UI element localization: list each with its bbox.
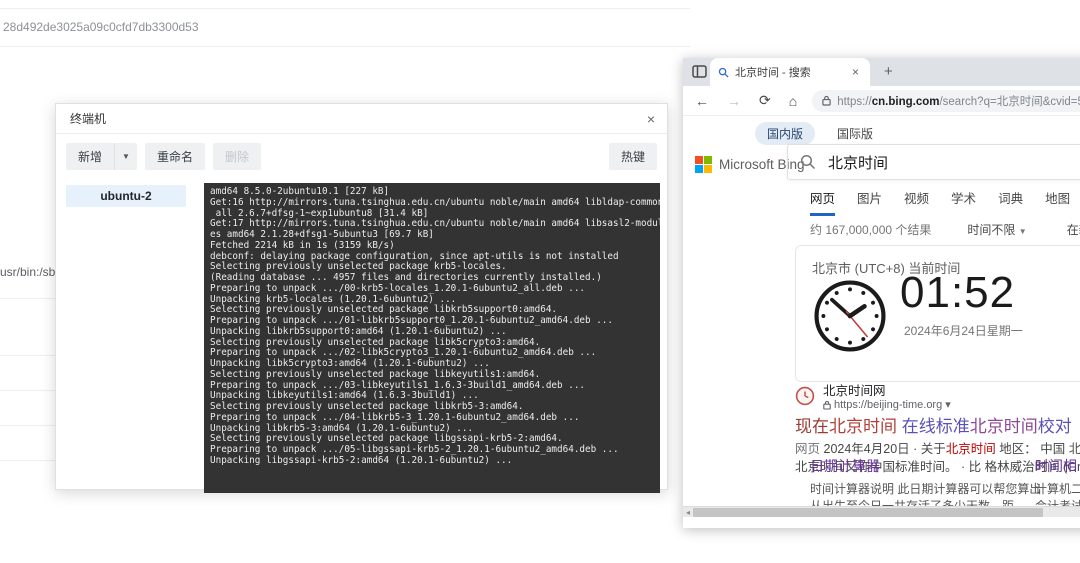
- sublink-title-link[interactable]: 日期计算器: [810, 456, 1035, 476]
- background-divider: [0, 46, 690, 47]
- back-icon[interactable]: ←: [691, 93, 718, 109]
- chevron-down-icon: ▾: [945, 399, 951, 411]
- sublink-title-link[interactable]: 时间相: [1035, 456, 1080, 476]
- background-hash-text: 28d492de3025a09c0cfd7db3300d53: [3, 20, 199, 34]
- bing-search-input[interactable]: 北京时间: [787, 144, 1080, 180]
- results-stats-row: 约 167,000,000 个结果 时间不限 ▼ 在新选项卡中打: [810, 221, 1080, 238]
- forward-icon: →: [727, 92, 741, 109]
- terminal-screen[interactable]: amd64 8.5.0-2ubuntu10.1 [227 kB] Get:16 …: [204, 183, 660, 493]
- scroll-left-icon[interactable]: ◂: [683, 508, 693, 517]
- background-divider: [0, 460, 55, 461]
- result-title-link[interactable]: 现在北京时间 在线标准北京时间校对: [795, 416, 1080, 437]
- result-site-url[interactable]: https://beijing-time.org ▾: [823, 398, 951, 411]
- background-divider: [0, 425, 55, 426]
- browser-tabstrip: 北京时间 - 搜索 × +: [683, 58, 1080, 86]
- chevron-down-icon: ▼: [1018, 227, 1027, 236]
- session-list: ubuntu-2: [66, 183, 204, 493]
- desktop: 28d492de3025a09c0cfd7db3300d53 usr/bin:/…: [0, 0, 1080, 563]
- rename-button[interactable]: 重命名: [144, 143, 205, 170]
- horizontal-scrollbar[interactable]: ◂: [683, 506, 1080, 517]
- url-text: https://cn.bing.com/search?q=北京时间&cvid=5…: [837, 95, 1080, 108]
- background-divider: [0, 355, 55, 356]
- search-query-text: 北京时间: [828, 154, 889, 172]
- tab-videos[interactable]: 视频: [904, 188, 929, 216]
- bing-page: 国内版 国际版 Microsoft Bing 北京时间 网页 图片 视频 学术 …: [683, 116, 1080, 517]
- terminal-output: amd64 8.5.0-2ubuntu10.1 [227 kB] Get:16 …: [210, 186, 660, 466]
- microsoft-logo-icon: [695, 156, 712, 173]
- lock-icon: [822, 95, 831, 106]
- bing-edition-switch: 国内版 国际版: [755, 122, 873, 145]
- new-session-split-button: 新增 ▼: [66, 143, 137, 170]
- lock-icon: [823, 400, 831, 410]
- tab-images[interactable]: 图片: [857, 188, 882, 216]
- search-icon: [800, 154, 816, 170]
- browser-window: 北京时间 - 搜索 × + ← → ⟳ ⌂ https://cn.bing.co…: [683, 58, 1080, 528]
- terminal-dialog-title: 终端机: [70, 112, 107, 126]
- refresh-icon[interactable]: ⟳: [750, 92, 780, 109]
- edition-domestic-pill[interactable]: 国内版: [755, 122, 816, 145]
- tab-dictionary[interactable]: 词典: [998, 188, 1023, 216]
- scrollbar-thumb[interactable]: [693, 507, 1044, 517]
- terminal-dialog-header: 终端机 ×: [56, 104, 667, 134]
- browser-tab-active[interactable]: 北京时间 - 搜索 ×: [710, 58, 870, 86]
- session-item-ubuntu-2[interactable]: ubuntu-2: [66, 185, 186, 207]
- tab-close-icon[interactable]: ×: [849, 65, 862, 79]
- browser-toolbar: ← → ⟳ ⌂ https://cn.bing.com/search?q=北京时…: [683, 86, 1080, 116]
- tab-actions-icon[interactable]: [692, 65, 707, 83]
- beijing-time-card: 北京市 (UTC+8) 当前时间 01:52 2024年6月24日星期一: [795, 245, 1080, 382]
- edition-international-link[interactable]: 国际版: [837, 125, 873, 142]
- background-divider: [0, 390, 55, 391]
- site-favicon-icon: [795, 386, 815, 406]
- new-session-dropdown-icon[interactable]: ▼: [114, 143, 137, 170]
- open-new-tab-option[interactable]: 在新选项卡中打: [1067, 221, 1080, 238]
- close-icon[interactable]: ×: [647, 111, 655, 127]
- serp-tabs: 网页 图片 视频 学术 词典 地图: [810, 188, 1070, 216]
- new-tab-button[interactable]: +: [879, 62, 898, 82]
- result-site-row: 北京时间网 https://beijing-time.org ▾: [795, 384, 1080, 411]
- new-session-button[interactable]: 新增: [66, 143, 115, 170]
- terminal-dialog: 终端机 × 新增 ▼ 重命名 删除 热键 ubuntu-2 amd64 8.5.…: [55, 103, 668, 493]
- search-icon: [718, 67, 729, 78]
- tab-web[interactable]: 网页: [810, 188, 836, 216]
- results-count: 约 167,000,000 个结果: [810, 223, 932, 237]
- current-date-value: 2024年6月24日星期一: [904, 324, 1023, 338]
- address-bar[interactable]: https://cn.bing.com/search?q=北京时间&cvid=5…: [812, 89, 1080, 112]
- time-filter-dropdown[interactable]: 时间不限 ▼: [967, 221, 1026, 238]
- tab-maps[interactable]: 地图: [1045, 188, 1070, 216]
- delete-button: 删除: [212, 143, 261, 170]
- terminal-toolbar: 新增 ▼ 重命名 删除 热键: [56, 134, 667, 178]
- analog-clock-icon: [812, 278, 888, 359]
- hotkey-button[interactable]: 热键: [608, 143, 657, 170]
- tab-title: 北京时间 - 搜索: [735, 67, 811, 79]
- background-divider: [0, 8, 690, 9]
- current-time-value: 01:52: [900, 268, 1016, 317]
- home-icon[interactable]: ⌂: [780, 93, 806, 109]
- tab-academic[interactable]: 学术: [951, 188, 976, 216]
- terminal-dialog-body: ubuntu-2 amd64 8.5.0-2ubuntu10.1 [227 kB…: [56, 178, 667, 498]
- result-site-name[interactable]: 北京时间网: [823, 384, 951, 398]
